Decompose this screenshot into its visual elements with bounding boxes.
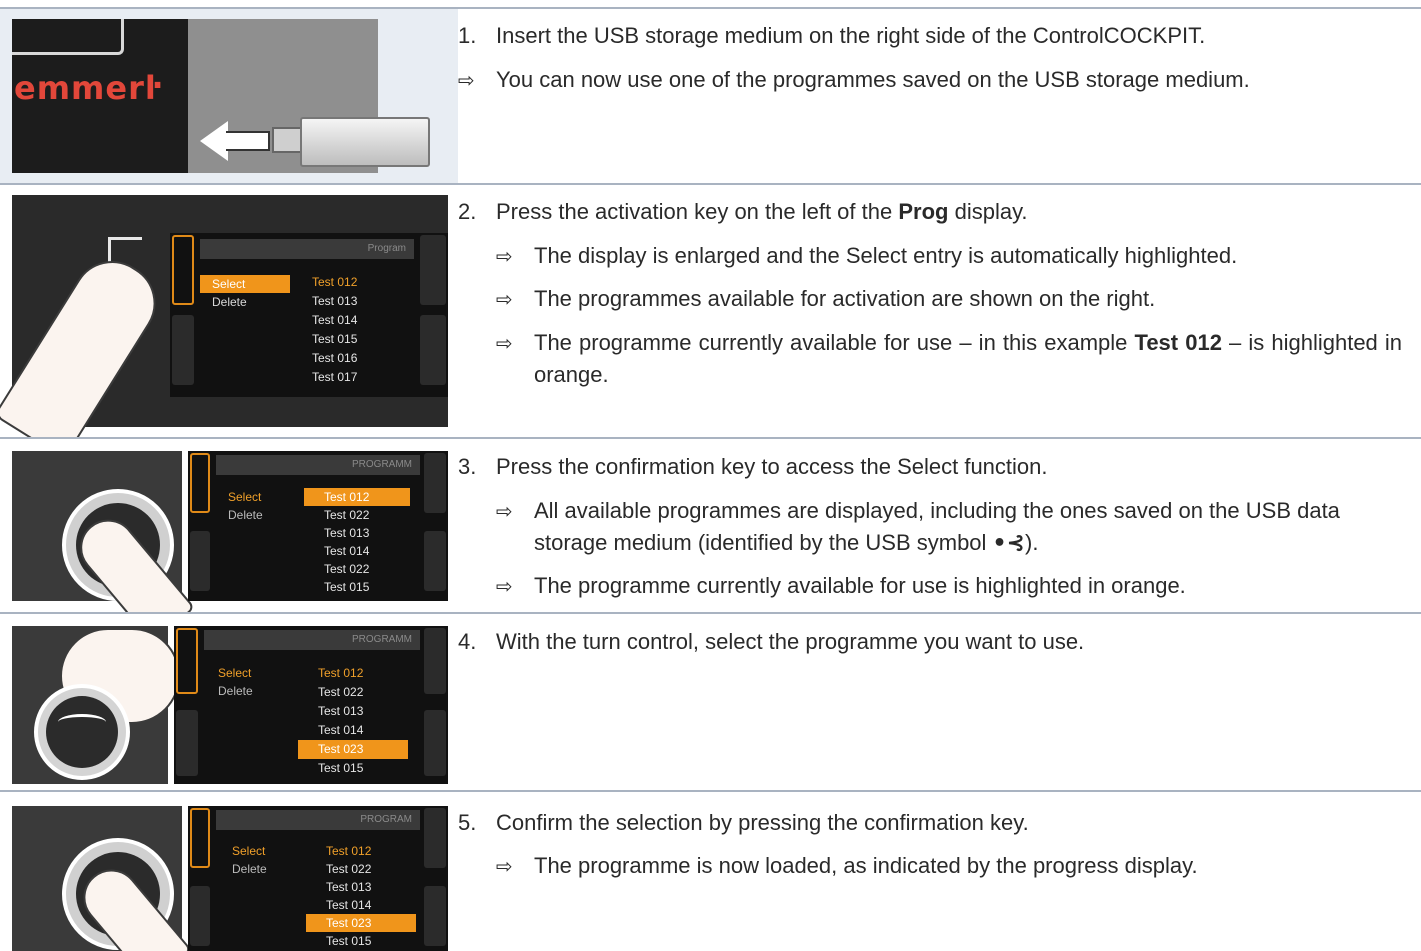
program-item: Test 015 xyxy=(312,332,358,346)
prog-label: Prog xyxy=(898,199,949,224)
program-item: Test 015 xyxy=(326,934,372,948)
program-item: Test 016 xyxy=(312,351,358,365)
confirmation-key-illustration: PROGRAMM Select Delete Test 012 Test 022… xyxy=(0,439,458,612)
menu-select: Select xyxy=(232,844,266,858)
screen-header: PROGRAMM xyxy=(204,630,420,650)
program-screen: PROGRAMM Select Delete Test 012 Test 022… xyxy=(188,451,448,601)
brand-logo: emmerŀ xyxy=(14,69,164,107)
result-text-end: ). xyxy=(1025,530,1039,555)
result-arrow-icon: ⇨ xyxy=(496,331,513,355)
menu-delete: Delete xyxy=(218,684,253,698)
result-text: The display is enlarged and the Select e… xyxy=(534,243,1238,268)
arrow-left-icon xyxy=(200,121,228,161)
program-item: Test 013 xyxy=(324,526,370,540)
step-text: Insert the USB storage medium on the rig… xyxy=(496,23,1206,48)
step-row-2: Program Select Delete Test 012 Test 013 … xyxy=(0,185,1421,437)
program-item: Test 014 xyxy=(312,313,358,327)
step-number: 4. xyxy=(458,629,477,654)
program-item: Test 012 xyxy=(318,666,364,680)
step-text: Press the confirmation key to access the… xyxy=(496,454,1048,479)
example-program: Test 012 xyxy=(1134,330,1222,355)
program-item: Test 012 xyxy=(312,275,358,289)
program-item: Test 022 xyxy=(326,862,372,876)
program-item: Test 015 xyxy=(318,761,364,775)
menu-select: Select xyxy=(200,275,290,293)
menu-select: Select xyxy=(228,490,262,504)
step-number: 5. xyxy=(458,810,477,835)
screen-header: PROGRAMM xyxy=(216,455,420,475)
result-text: The programmes available for activation … xyxy=(534,286,1156,311)
program-screen: PROGRAM Select Delete Test 012 Test 022 … xyxy=(188,806,448,951)
program-item: Test 012 xyxy=(326,844,372,858)
result-arrow-icon: ⇨ xyxy=(496,244,513,268)
program-item: Test 013 xyxy=(326,880,372,894)
program-item: Test 022 xyxy=(324,508,370,522)
result-arrow-icon: ⇨ xyxy=(496,574,513,598)
program-screen: PROGRAMM Select Delete Test 012 Test 022… xyxy=(174,626,448,784)
program-item: Test 014 xyxy=(326,898,372,912)
step-text-end: display. xyxy=(948,199,1028,224)
step-text: Press the activation key on the left of … xyxy=(496,199,899,224)
result-arrow-icon: ⇨ xyxy=(496,499,513,523)
activation-key-illustration: Program Select Delete Test 012 Test 013 … xyxy=(0,185,458,437)
step-number: 2. xyxy=(458,199,477,224)
step-number: 1. xyxy=(458,23,477,48)
step-row-1: emmerŀ 1. Insert the USB storage medium … xyxy=(0,9,1421,183)
step-text: Confirm the selection by pressing the co… xyxy=(496,810,1029,835)
result-text: The programme is now loaded, as indicate… xyxy=(534,853,1198,878)
result-arrow-icon: ⇨ xyxy=(496,854,513,878)
result-text: The programme currently available for us… xyxy=(534,573,1186,598)
program-item: Test 013 xyxy=(312,294,358,308)
usb-stick xyxy=(272,127,302,153)
program-item: Test 014 xyxy=(318,723,364,737)
program-item: Test 022 xyxy=(318,685,364,699)
result-text: All available programmes are displayed, … xyxy=(534,498,1340,555)
usb-symbol-icon: •⊰ xyxy=(992,531,1026,556)
screen-header: PROGRAM xyxy=(216,810,420,830)
program-item: Test 023 xyxy=(298,740,408,759)
step-number: 3. xyxy=(458,454,477,479)
result-arrow-icon: ⇨ xyxy=(458,68,475,92)
screen-header: Program xyxy=(200,239,414,259)
rotate-arrows-icon xyxy=(58,714,106,730)
step-text: With the turn control, select the progra… xyxy=(496,629,1085,654)
program-item: Test 017 xyxy=(312,370,358,384)
step-row-4: PROGRAMM Select Delete Test 012 Test 022… xyxy=(0,614,1421,790)
confirm-selection-illustration: PROGRAM Select Delete Test 012 Test 022 … xyxy=(0,792,458,951)
result-arrow-icon: ⇨ xyxy=(496,287,513,311)
program-item: Test 023 xyxy=(306,914,416,932)
usb-insert-illustration: emmerŀ xyxy=(0,9,458,183)
turn-control-illustration: PROGRAMM Select Delete Test 012 Test 022… xyxy=(0,614,458,790)
menu-delete: Delete xyxy=(228,508,263,522)
program-item: Test 015 xyxy=(324,580,370,594)
menu-delete: Delete xyxy=(232,862,267,876)
program-item: Test 014 xyxy=(324,544,370,558)
program-item: Test 022 xyxy=(324,562,370,576)
menu-delete: Delete xyxy=(212,295,247,309)
result-text: The programme currently available for us… xyxy=(534,330,1135,355)
step-row-3: PROGRAMM Select Delete Test 012 Test 022… xyxy=(0,439,1421,612)
program-screen: Program Select Delete Test 012 Test 013 … xyxy=(170,233,448,397)
result-text: You can now use one of the programmes sa… xyxy=(496,67,1250,92)
program-item: Test 012 xyxy=(304,488,410,506)
step-row-5: PROGRAM Select Delete Test 012 Test 022 … xyxy=(0,792,1421,951)
program-item: Test 013 xyxy=(318,704,364,718)
menu-select: Select xyxy=(218,666,252,680)
